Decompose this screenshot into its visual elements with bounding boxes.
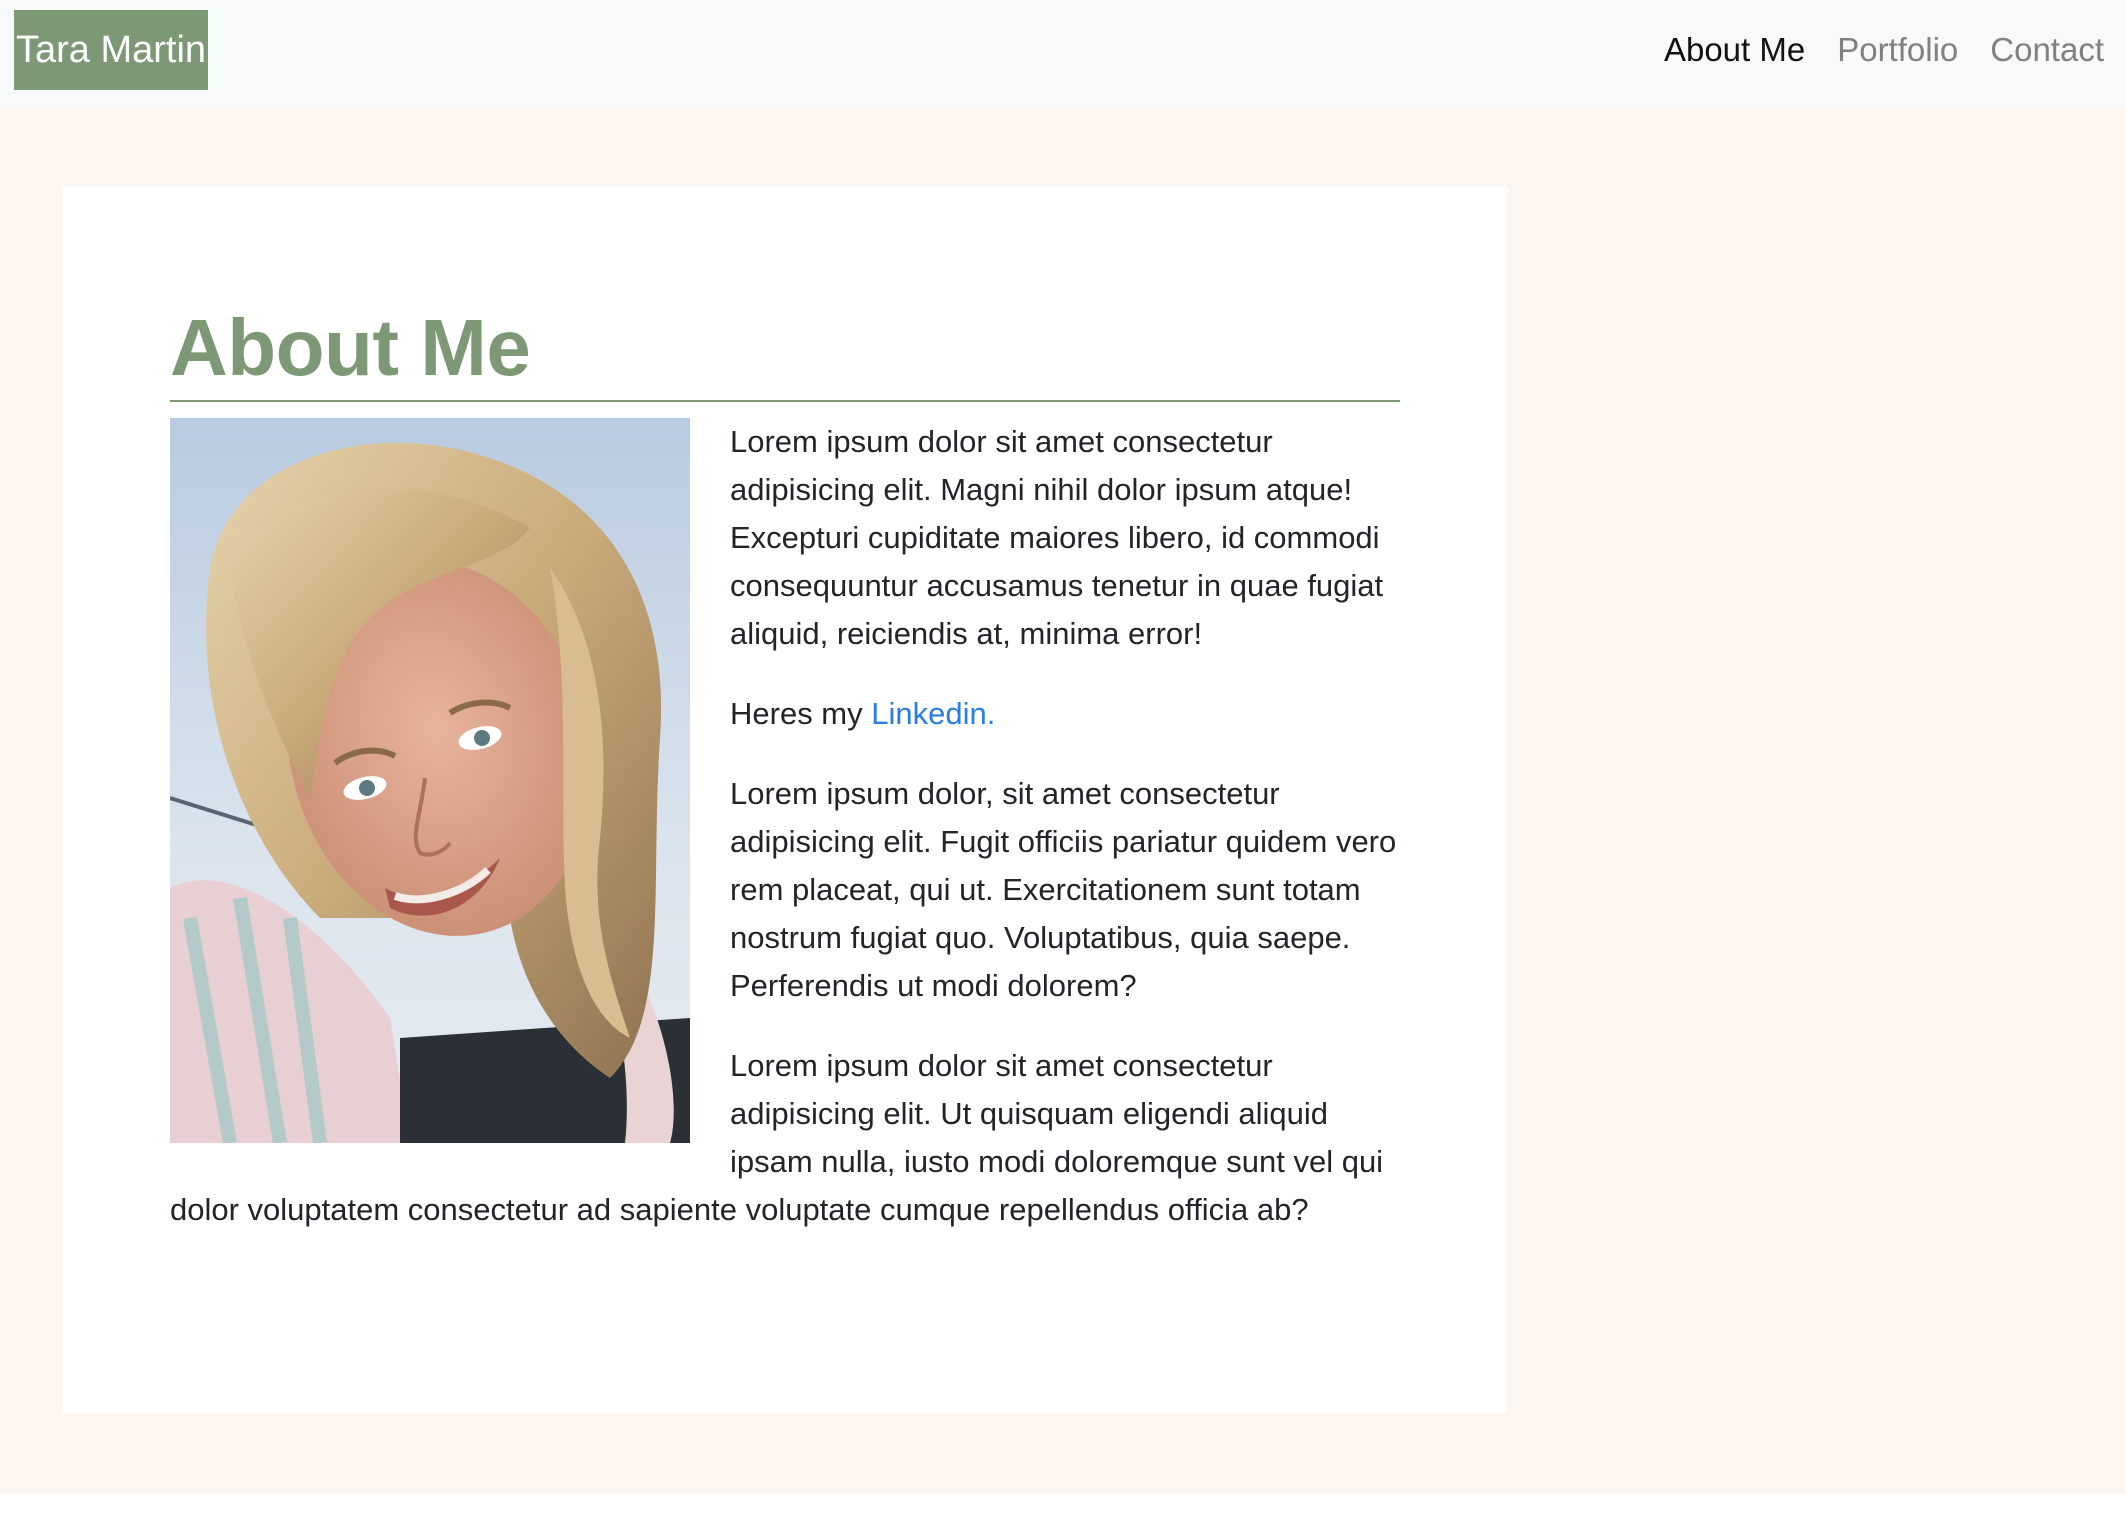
linkedin-link[interactable]: Linkedin.	[871, 696, 995, 731]
brand-logo[interactable]: Tara Martin	[14, 10, 209, 90]
navbar: Tara Martin About Me Portfolio Contact	[0, 0, 2126, 106]
page-background: About Me Lorem ipsum dolor sit amet cons…	[0, 106, 2126, 1494]
nav-links: About Me Portfolio Contact	[1664, 26, 2104, 74]
nav-link-contact[interactable]: Contact	[1990, 26, 2104, 74]
nav-link-about-me[interactable]: About Me	[1664, 26, 1805, 74]
about-content: About Me Lorem ipsum dolor sit amet cons…	[170, 298, 1400, 1266]
linkedin-prefix: Heres my	[730, 696, 872, 731]
about-card: About Me Lorem ipsum dolor sit amet cons…	[63, 186, 1507, 1413]
page-title: About Me	[170, 298, 1400, 402]
nav-link-portfolio[interactable]: Portfolio	[1837, 26, 1958, 74]
profile-photo	[170, 418, 690, 1143]
